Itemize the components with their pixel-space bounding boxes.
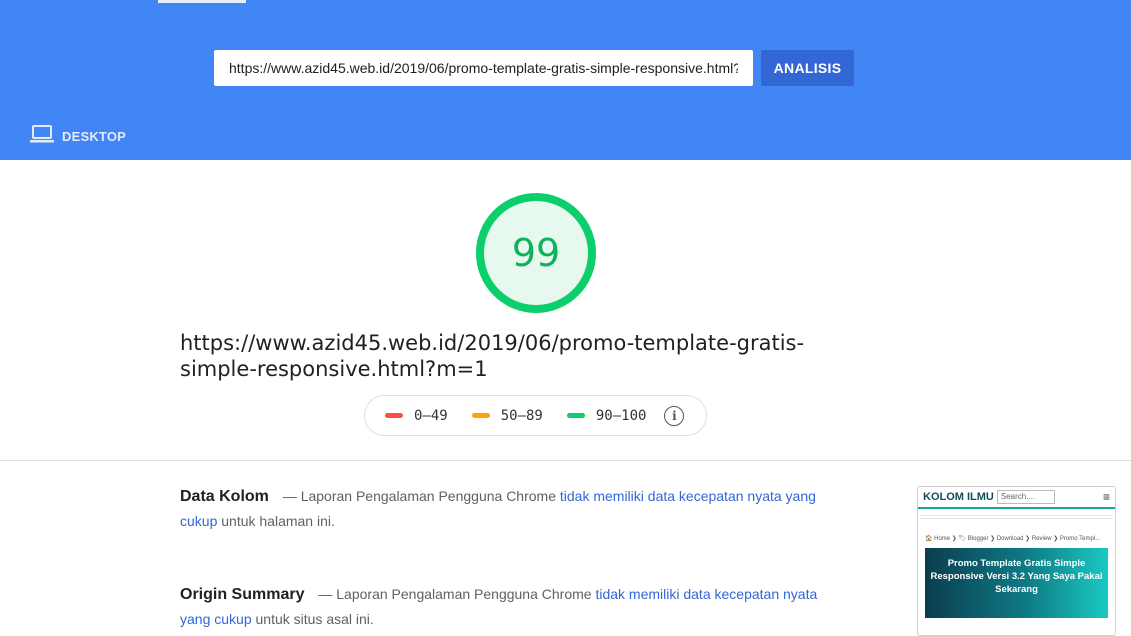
- origin-summary-text: Laporan Pengalaman Pengguna Chrome: [336, 586, 592, 602]
- section-divider: [0, 460, 1131, 461]
- legend-swatch-good: [566, 413, 585, 418]
- tab-desktop[interactable]: DESKTOP: [30, 124, 126, 148]
- url-input[interactable]: [214, 50, 753, 86]
- analyzed-url: https://www.azid45.web.id/2019/06/promo-…: [180, 331, 805, 381]
- thumbnail-hero: Promo Template Gratis Simple Responsive …: [925, 548, 1108, 618]
- field-data-text: Laporan Pengalaman Pengguna Chrome: [300, 488, 556, 504]
- laptop-icon: [30, 124, 54, 149]
- field-data-title: Data Kolom: [180, 488, 269, 505]
- origin-summary-section: Origin Summary — Laporan Pengalaman Peng…: [180, 582, 830, 632]
- hamburger-menu-icon: ≡: [1102, 490, 1110, 504]
- legend-item-good: 90–100: [566, 407, 647, 424]
- origin-summary-dash: —: [318, 586, 333, 602]
- analyze-button[interactable]: ANALISIS: [761, 50, 854, 86]
- field-data-suffix: untuk halaman ini.: [221, 513, 335, 529]
- legend-swatch-poor: [385, 413, 403, 418]
- thumbnail-search-box: Search....: [996, 490, 1055, 504]
- thumbnail-breadcrumb: 🏠 Home ❯ 🏷 Blogger ❯ Download ❯ Review ❯…: [925, 536, 1101, 542]
- tab-desktop-label: DESKTOP: [62, 128, 127, 144]
- legend-label-poor: 0–49: [414, 407, 448, 424]
- legend-swatch-average: [471, 413, 490, 418]
- thumbnail-header: KOLOM ILMU Search.... ≡: [918, 487, 1115, 509]
- field-data-dash: —: [282, 488, 297, 504]
- score-legend: 0–49 50–89 90–100 i: [364, 395, 707, 436]
- origin-summary-suffix: untuk situs asal ini.: [255, 611, 374, 627]
- field-data-section: Data Kolom — Laporan Pengalaman Pengguna…: [180, 484, 830, 534]
- top-header: ANALISIS DESKTOP: [0, 0, 1131, 160]
- legend-label-average: 50–89: [500, 407, 543, 424]
- legend-item-poor: 0–49: [385, 408, 448, 424]
- thumbnail-nav-strip: [920, 515, 1113, 519]
- thumbnail-brand: KOLOM ILMU: [923, 491, 994, 503]
- info-icon[interactable]: i: [664, 405, 685, 426]
- origin-summary-title: Origin Summary: [180, 586, 305, 603]
- performance-score: 99: [511, 231, 561, 275]
- page-screenshot-thumbnail: KOLOM ILMU Search.... ≡ 🏠 Home ❯ 🏷 Blogg…: [917, 486, 1116, 636]
- active-tab-indicator: [158, 0, 246, 3]
- legend-item-average: 50–89: [471, 407, 543, 424]
- legend-label-good: 90–100: [595, 407, 647, 424]
